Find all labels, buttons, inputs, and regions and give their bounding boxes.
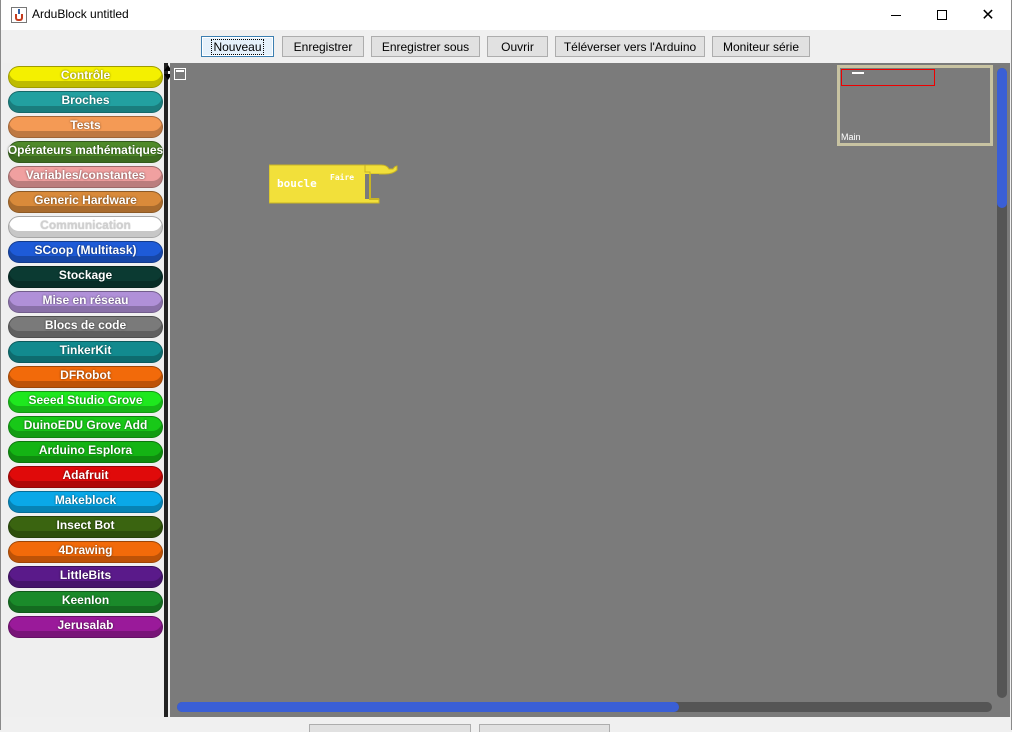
category-tests[interactable]: Tests <box>8 116 163 138</box>
vertical-scrollbar[interactable] <box>997 68 1007 698</box>
category-label: Variables/constantes <box>25 168 146 182</box>
maximize-button[interactable] <box>919 0 965 30</box>
category-label: Generic Hardware <box>34 193 137 207</box>
save-button[interactable]: Enregistrer <box>282 36 364 57</box>
category-contr-le[interactable]: Contrôle <box>8 66 163 88</box>
category-insect-bot[interactable]: Insect Bot <box>8 516 163 538</box>
save-as-button[interactable]: Enregistrer sous <box>371 36 480 57</box>
category-label: Mise en réseau <box>42 293 129 307</box>
category-label: LittleBits <box>59 568 112 582</box>
minimap-label: Main <box>841 132 861 142</box>
category-op-rateurs-math-matiques[interactable]: Opérateurs mathématiques <box>8 141 163 163</box>
category-label: Arduino Esplora <box>38 443 133 457</box>
category-label: Stockage <box>58 268 113 282</box>
category-makeblock[interactable]: Makeblock <box>8 491 163 513</box>
category-broches[interactable]: Broches <box>8 91 163 113</box>
category-label: Communication <box>40 218 131 232</box>
vertical-scrollbar-thumb[interactable] <box>997 68 1007 208</box>
category-label: Jerusalab <box>57 618 114 632</box>
category-scoop-multitask[interactable]: SCoop (Multitask) <box>8 241 163 263</box>
loop-block[interactable]: boucle Faire <box>269 163 399 206</box>
category-duinoedu-grove-add[interactable]: DuinoEDU Grove Add <box>8 416 163 438</box>
save-button-label: Enregistrer <box>293 39 353 54</box>
minimize-button[interactable] <box>873 0 919 30</box>
category-jerusalab[interactable]: Jerusalab <box>8 616 163 638</box>
category-label: Insect Bot <box>56 518 115 532</box>
category-label: SCoop (Multitask) <box>34 243 137 257</box>
category-label: DuinoEDU Grove Add <box>23 418 148 432</box>
category-communication[interactable]: Communication <box>8 216 163 238</box>
category-blocs-de-code[interactable]: Blocs de code <box>8 316 163 338</box>
open-button-label: Ouvrir <box>501 39 534 54</box>
category-label: Tests <box>70 118 101 132</box>
category-label: Blocs de code <box>44 318 127 332</box>
category-label: Makeblock <box>54 493 117 507</box>
open-button[interactable]: Ouvrir <box>487 36 548 57</box>
category-label: TinkerKit <box>59 343 112 357</box>
upload-button[interactable]: Téléverser vers l'Arduino <box>555 36 705 57</box>
close-button[interactable]: ✕ <box>965 0 1011 30</box>
minimap[interactable]: Main <box>837 65 993 146</box>
block-category-palette: Contrôle Broches Tests Opérateurs mathémati… <box>3 63 168 717</box>
category-arduino-esplora[interactable]: Arduino Esplora <box>8 441 163 463</box>
category-generic-hardware[interactable]: Generic Hardware <box>8 191 163 213</box>
category-littlebits[interactable]: LittleBits <box>8 566 163 588</box>
new-button-label: Nouveau <box>211 38 264 55</box>
category-4drawing[interactable]: 4Drawing <box>8 541 163 563</box>
category-label: DFRobot <box>60 368 111 382</box>
title-bar: ArduBlock untitled ✕ <box>1 0 1011 30</box>
save-as-button-label: Enregistrer sous <box>381 39 470 54</box>
workspace-canvas[interactable]: boucle Faire Main <box>170 63 1010 717</box>
new-button[interactable]: Nouveau <box>201 36 274 57</box>
category-label: KeenIon <box>61 593 110 607</box>
category-label: Broches <box>61 93 110 107</box>
category-variables-constantes[interactable]: Variables/constantes <box>8 166 163 188</box>
category-mise-en-r-seau[interactable]: Mise en réseau <box>8 291 163 313</box>
serial-monitor-button[interactable]: Moniteur série <box>712 36 810 57</box>
app-window: ArduBlock untitled ✕ Nouveau Enregistrer… <box>0 0 1012 732</box>
horizontal-scrollbar[interactable] <box>177 702 992 712</box>
category-keenion[interactable]: KeenIon <box>8 591 163 613</box>
category-label: Adafruit <box>62 468 109 482</box>
horizontal-scrollbar-thumb[interactable] <box>177 702 679 712</box>
upload-button-label: Téléverser vers l'Arduino <box>563 39 697 54</box>
category-label: Seeed Studio Grove <box>28 393 143 407</box>
category-label: Contrôle <box>60 68 111 82</box>
toolbar: Nouveau Enregistrer Enregistrer sous Ouv… <box>1 31 1011 61</box>
bottom-tab-right[interactable] <box>479 724 610 732</box>
serial-monitor-button-label: Moniteur série <box>722 39 800 54</box>
minimize-icon <box>891 14 901 16</box>
window-title: ArduBlock untitled <box>32 7 129 21</box>
close-icon: ✕ <box>981 7 995 24</box>
bottom-tab-left[interactable] <box>309 724 471 732</box>
category-tinkerkit[interactable]: TinkerKit <box>8 341 163 363</box>
minimap-viewport[interactable] <box>841 69 935 86</box>
collapse-toggle-icon[interactable] <box>174 68 186 80</box>
category-adafruit[interactable]: Adafruit <box>8 466 163 488</box>
bottom-panel <box>1 717 1011 732</box>
loop-block-socket-label: Faire <box>330 172 354 182</box>
java-cup-icon <box>11 7 27 23</box>
category-label: Opérateurs mathématiques <box>7 143 164 157</box>
category-label: 4Drawing <box>58 543 113 557</box>
category-seeed-studio-grove[interactable]: Seeed Studio Grove <box>8 391 163 413</box>
loop-block-label: boucle <box>277 177 317 190</box>
category-dfrobot[interactable]: DFRobot <box>8 366 163 388</box>
category-stockage[interactable]: Stockage <box>8 266 163 288</box>
maximize-icon <box>937 10 947 20</box>
